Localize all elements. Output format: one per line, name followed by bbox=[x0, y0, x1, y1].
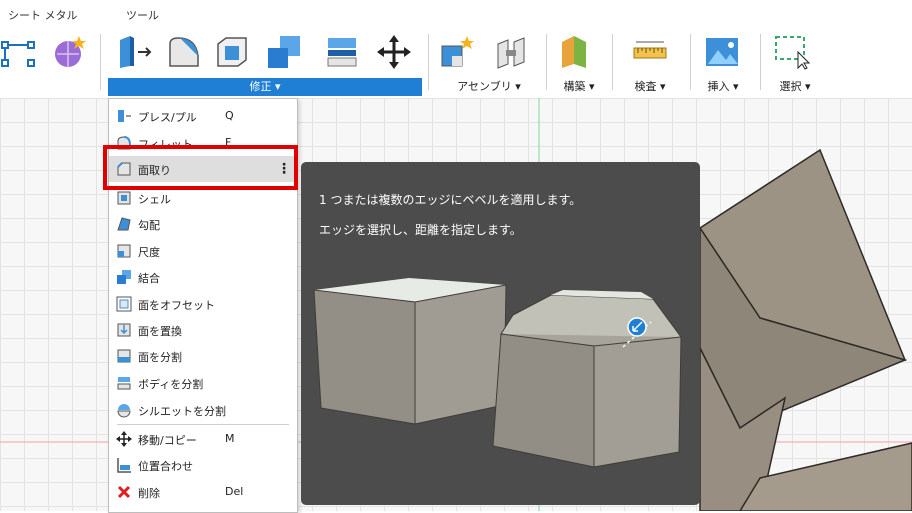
joint-icon[interactable] bbox=[494, 34, 530, 70]
menu-item-label: 面を分割 bbox=[138, 351, 182, 364]
new-component-icon[interactable] bbox=[440, 34, 476, 70]
menu-item-draft[interactable]: 勾配 bbox=[109, 211, 297, 237]
create-form-icon[interactable] bbox=[52, 34, 88, 70]
menu-item-replace-face[interactable]: 面を置換 bbox=[109, 317, 297, 343]
ribbon-divider bbox=[546, 34, 547, 90]
menu-divider bbox=[117, 424, 289, 425]
menu-item-split-body[interactable]: ボディを分割 bbox=[109, 370, 297, 396]
shell-icon bbox=[117, 191, 131, 205]
combine-icon[interactable] bbox=[266, 34, 302, 70]
move-icon bbox=[116, 431, 132, 447]
tooltip-illustration bbox=[313, 278, 682, 468]
group-insert[interactable]: 挿入 ▾ bbox=[696, 78, 750, 96]
ribbon: 修正 ▾ アセンブリ ▾ 構築 ▾ 検査 ▾ 挿入 ▾ 選択 ▾ bbox=[0, 26, 912, 99]
split-body-icon[interactable] bbox=[324, 34, 360, 70]
group-construct[interactable]: 構築 ▾ bbox=[552, 78, 606, 96]
menu-item-offset-face[interactable]: 面をオフセット bbox=[109, 291, 297, 317]
menu-item-shortcut: M bbox=[225, 432, 235, 445]
fillet-icon[interactable] bbox=[166, 34, 202, 70]
split-body-icon bbox=[117, 377, 131, 390]
ribbon-divider bbox=[428, 34, 429, 90]
menu-item-move-copy[interactable]: 移動/コピー M bbox=[109, 426, 297, 452]
menu-item-label: 面を置換 bbox=[138, 325, 182, 338]
group-assemble[interactable]: アセンブリ ▾ bbox=[440, 78, 538, 96]
menu-item-label: 勾配 bbox=[138, 219, 160, 232]
group-select[interactable]: 選択 ▾ bbox=[768, 78, 822, 96]
combine-icon bbox=[117, 270, 131, 284]
construct-plane-icon[interactable] bbox=[558, 34, 594, 70]
menu-item-label: 削除 bbox=[138, 487, 160, 500]
menu-item-label: シェル bbox=[138, 193, 171, 206]
menu-item-shortcut: Q bbox=[225, 109, 234, 122]
menu-item-label: プレス/プル bbox=[138, 111, 197, 124]
group-inspect[interactable]: 検査 ▾ bbox=[622, 78, 678, 96]
scale-icon bbox=[117, 244, 131, 258]
menu-item-shortcut: Del bbox=[225, 485, 244, 498]
menu-item-split-face[interactable]: 面を分割 bbox=[109, 343, 297, 369]
replace-face-icon bbox=[117, 323, 131, 337]
menu-item-press-pull[interactable]: プレス/プル Q bbox=[109, 103, 297, 129]
menu-item-label: 位置合わせ bbox=[138, 460, 193, 473]
chamfer-tooltip: 1 つまたは複数のエッジにベベルを適用します。 エッジを選択し、距離を指定します… bbox=[301, 162, 700, 505]
menu-item-align[interactable]: 位置合わせ bbox=[109, 452, 297, 478]
ribbon-divider bbox=[690, 34, 691, 90]
group-modify[interactable]: 修正 ▾ bbox=[108, 78, 422, 96]
menu-item-label: ボディを分割 bbox=[138, 378, 204, 391]
insert-image-icon[interactable] bbox=[704, 34, 740, 70]
tab-sheet-metal[interactable]: シート メタル bbox=[8, 7, 78, 23]
align-icon bbox=[117, 458, 131, 473]
measure-icon[interactable] bbox=[632, 34, 668, 70]
shell-icon[interactable] bbox=[214, 34, 250, 70]
tab-tools[interactable]: ツール bbox=[126, 7, 159, 23]
menu-item-scale[interactable]: 尺度 bbox=[109, 238, 297, 264]
menu-item-combine[interactable]: 結合 bbox=[109, 264, 297, 290]
delete-icon bbox=[117, 485, 131, 499]
ribbon-divider bbox=[612, 34, 613, 90]
press-pull-icon[interactable] bbox=[116, 34, 152, 70]
menu-item-label: 移動/コピー bbox=[138, 434, 197, 447]
menu-item-label: シルエットを分割 bbox=[138, 405, 226, 418]
highlight-frame bbox=[103, 145, 298, 190]
draft-icon bbox=[117, 217, 131, 231]
split-silhouette-icon bbox=[117, 404, 131, 418]
menu-item-label: 結合 bbox=[138, 272, 160, 285]
ribbon-divider bbox=[760, 34, 761, 90]
menu-item-label: 尺度 bbox=[138, 246, 160, 259]
sketch-icon[interactable] bbox=[0, 32, 36, 68]
menu-item-label: 面をオフセット bbox=[138, 299, 215, 312]
offset-face-icon bbox=[116, 296, 132, 312]
select-icon[interactable] bbox=[774, 34, 810, 70]
menu-item-delete[interactable]: 削除 Del bbox=[109, 479, 297, 505]
move-icon[interactable] bbox=[376, 34, 412, 70]
split-face-icon bbox=[117, 349, 131, 363]
menu-item-split-silhouette[interactable]: シルエットを分割 bbox=[109, 397, 297, 423]
press-pull-icon bbox=[118, 110, 131, 122]
ribbon-divider bbox=[100, 34, 101, 90]
toolbar-tabs: シート メタル ツール bbox=[0, 0, 912, 26]
